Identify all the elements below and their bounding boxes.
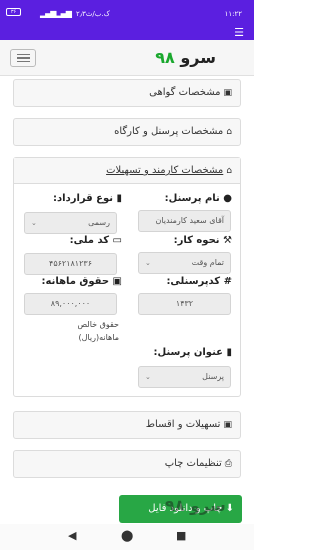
battery-icon: ۳۶ — [6, 8, 21, 16]
home-button-icon[interactable]: ⬤ — [121, 529, 133, 542]
personnel-title-label: ▮ عنوان پرسنل: — [153, 347, 232, 358]
system-nav-bar: ◀ ⬤ ■ — [0, 524, 254, 550]
section-personnel[interactable]: ⌂مشخصات پرسنل و کارگاه — [13, 118, 241, 146]
work-select[interactable]: تمام وقت ⌄ — [138, 252, 231, 274]
status-time: ۱۱:۲۲ — [224, 10, 242, 18]
name-label: ● نام پرسنل: — [164, 193, 232, 204]
personnel-title-select[interactable]: پرسنل ⌄ — [138, 366, 231, 388]
network-speed: ۲٫۳ک.ب/ث — [76, 10, 110, 18]
bookmark-icon: ▮ — [226, 347, 232, 358]
work-label: ⚒ نحوه کار: — [173, 235, 232, 246]
section-loans-label: تسهیلات و اقساط — [145, 419, 221, 430]
bank-icon: ⌂ — [226, 166, 232, 176]
name-field[interactable]: آقای سعید کارمندیان — [138, 210, 231, 232]
section-employee-label: مشخصات کارمند و تسهیلات — [106, 165, 224, 176]
contract-select[interactable]: رسمی ⌄ — [24, 212, 117, 234]
money-icon: ▣ — [112, 276, 122, 287]
gavel-icon: ⚒ — [223, 235, 232, 246]
home-icon: ⌂ — [226, 127, 232, 137]
print-icon: ⎙ — [224, 459, 232, 469]
bookmark-icon: ▮ — [116, 193, 122, 204]
chevron-down-icon: ⌄ — [145, 259, 151, 267]
section-employee-header[interactable]: ⌂مشخصات کارمند و تسهیلات — [14, 158, 240, 184]
signal-icon: ▂▄▆▂▄▆ — [40, 9, 72, 18]
section-loans[interactable]: ▣تسهیلات و اقساط — [13, 411, 241, 439]
download-icon: ⬇ — [225, 503, 234, 514]
navbar-toggle-button[interactable] — [10, 49, 36, 67]
section-print-settings-label: تنظیمات چاپ — [164, 458, 222, 469]
book-icon: ▣ — [223, 88, 232, 98]
contract-label: ▮ نوع قرارداد: — [53, 193, 122, 204]
money-icon: ▣ — [223, 420, 232, 430]
brand-number: ۹۸ — [155, 48, 175, 67]
personnel-code-field[interactable]: ۱۴۳۲ — [138, 293, 231, 315]
recents-icon[interactable]: ■ — [176, 529, 186, 542]
menu-icon[interactable]: ☰ — [234, 26, 244, 39]
brand-bar: سرو ۹۸ — [0, 40, 254, 76]
brand-name: سرو — [180, 48, 216, 67]
chevron-down-icon: ⌄ — [145, 373, 151, 381]
section-certificate[interactable]: ▣مشخصات گواهی — [13, 79, 241, 107]
salary-note: حقوق خالص ماهانه(ریال) — [77, 320, 120, 342]
section-certificate-label: مشخصات گواهی — [149, 87, 221, 98]
salary-label: ▣ حقوق ماهانه: — [41, 276, 123, 287]
hash-icon: # — [223, 276, 232, 287]
user-icon: ● — [223, 193, 232, 204]
personnel-code-label: # کدپرسنلی: — [166, 276, 232, 287]
chevron-down-icon: ⌄ — [31, 219, 37, 227]
brand-logo[interactable]: سرو ۹۸ — [155, 48, 216, 67]
section-print-settings[interactable]: ⎙تنظیمات چاپ — [13, 450, 241, 478]
national-code-field[interactable]: ۴۵۶۲۱۸۱۲۳۶ — [24, 253, 117, 275]
watermark-logo: سرو ۹۸ — [165, 496, 226, 515]
id-card-icon: ▭ — [112, 235, 122, 246]
section-personnel-label: مشخصات پرسنل و کارگاه — [114, 126, 224, 137]
national-code-label: ▭ کد ملی: — [69, 235, 122, 246]
salary-field[interactable]: ۸۹,۰۰۰,۰۰۰ — [24, 293, 117, 315]
back-icon[interactable]: ◀ — [68, 529, 76, 542]
app-topbar: ☰ — [0, 24, 254, 40]
